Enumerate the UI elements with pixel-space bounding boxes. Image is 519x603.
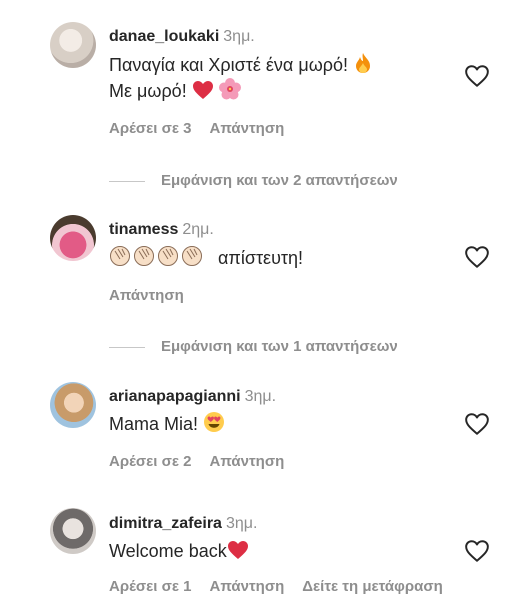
comment-text-line: Με μωρό!: [109, 81, 187, 101]
comment-actions: Απάντηση: [109, 286, 202, 306]
divider: [109, 180, 145, 182]
red-heart-emoji: [192, 80, 214, 107]
comment-actions: Αρέσει σε 3 Απάντηση: [109, 119, 302, 139]
avatar[interactable]: [50, 508, 96, 554]
view-replies-label: Εμφάνιση και των 1 απαντήσεων: [161, 338, 398, 355]
heart-outline-icon[interactable]: [464, 412, 490, 436]
comment-actions: Αρέσει σε 1 Απάντηση Δείτε τη μετάφραση: [109, 577, 461, 597]
comment-username[interactable]: danae_loukaki: [109, 28, 219, 45]
comment-header: tinamess 2ημ.: [109, 220, 214, 240]
comment-text: απίστευτη!: [109, 245, 303, 274]
avatar[interactable]: [50, 22, 96, 68]
view-replies-button[interactable]: Εμφάνιση και των 2 απαντήσεων: [109, 171, 398, 191]
heart-eyes-emoji: [203, 411, 225, 440]
comment-username[interactable]: dimitra_zafeira: [109, 515, 222, 532]
divider: [109, 346, 145, 348]
comment-text: Με μωρό!: [109, 78, 241, 107]
heart-outline-icon[interactable]: [464, 64, 490, 88]
comment-text: Mama Mia!: [109, 411, 225, 440]
clapping-hands-emoji: [109, 245, 207, 274]
reply-button[interactable]: Απάντηση: [210, 120, 285, 137]
hibiscus-emoji: [218, 78, 241, 107]
view-replies-label: Εμφάνιση και των 2 απαντήσεων: [161, 172, 398, 189]
comment-text-line: Welcome back: [109, 541, 227, 561]
likes-count[interactable]: Αρέσει σε 3: [109, 120, 192, 137]
heart-outline-icon[interactable]: [464, 539, 490, 563]
comment-header: arianapapagianni 3ημ.: [109, 387, 276, 407]
avatar[interactable]: [50, 215, 96, 261]
likes-count[interactable]: Αρέσει σε 2: [109, 453, 192, 470]
avatar[interactable]: [50, 382, 96, 428]
comment-time[interactable]: 2ημ.: [182, 221, 213, 238]
heart-outline-icon[interactable]: [464, 245, 490, 269]
comment-username[interactable]: tinamess: [109, 221, 178, 238]
likes-count[interactable]: Αρέσει σε 1: [109, 578, 192, 595]
reply-button[interactable]: Απάντηση: [109, 287, 184, 304]
reply-button[interactable]: Απάντηση: [210, 578, 285, 595]
comment-text: Παναγία και Χριστέ ένα μωρό!: [109, 52, 373, 81]
reply-button[interactable]: Απάντηση: [210, 453, 285, 470]
fire-emoji: [353, 52, 373, 81]
comment-username[interactable]: arianapapagianni: [109, 388, 241, 405]
translate-button[interactable]: Δείτε τη μετάφραση: [302, 578, 443, 595]
comment-text-line: απίστευτη!: [218, 248, 304, 268]
red-heart-emoji: [227, 540, 249, 567]
view-replies-button[interactable]: Εμφάνιση και των 1 απαντήσεων: [109, 337, 398, 357]
comment-time[interactable]: 3ημ.: [245, 388, 276, 405]
comment-time[interactable]: 3ημ.: [226, 515, 257, 532]
comment-header: dimitra_zafeira 3ημ.: [109, 514, 257, 534]
comment-text-line: Παναγία και Χριστέ ένα μωρό!: [109, 55, 349, 75]
comment-header: danae_loukaki 3ημ.: [109, 27, 255, 47]
comment-actions: Αρέσει σε 2 Απάντηση: [109, 452, 302, 472]
comment-text-line: Mama Mia!: [109, 414, 199, 434]
comment-text: Welcome back: [109, 538, 249, 567]
comment-time[interactable]: 3ημ.: [223, 28, 254, 45]
